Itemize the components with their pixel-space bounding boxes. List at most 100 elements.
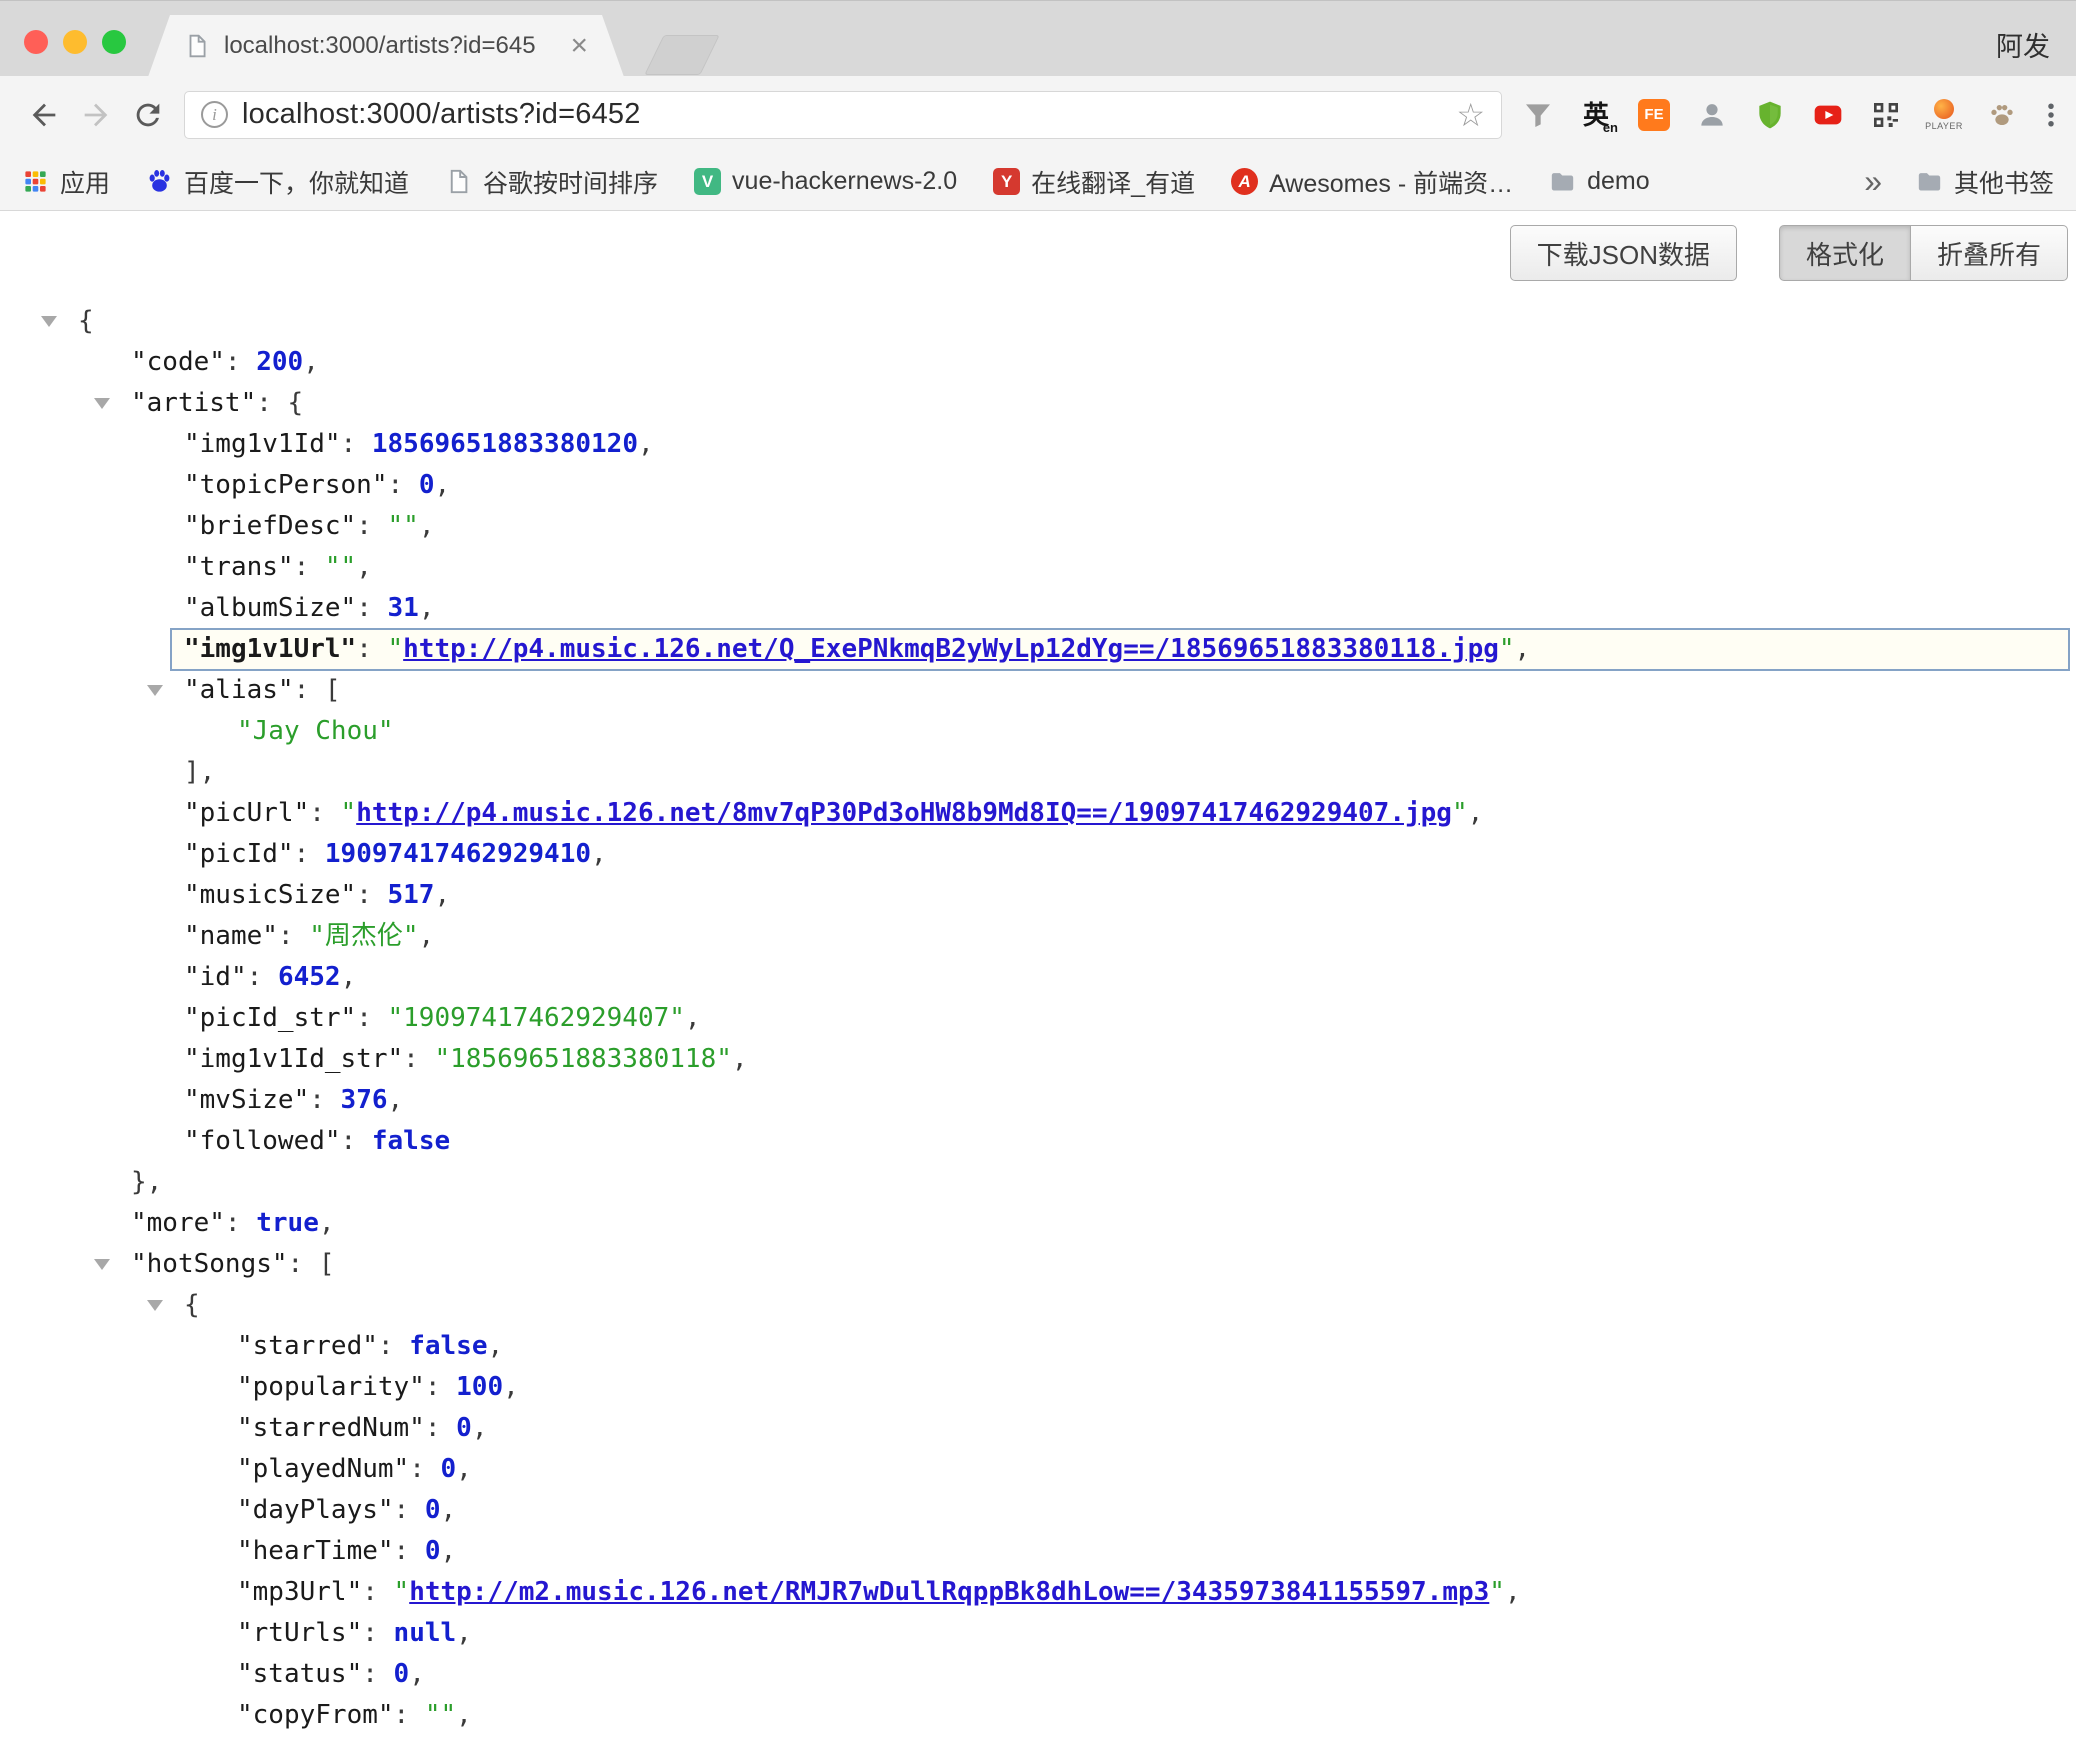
- collapse-all-button[interactable]: 折叠所有: [1911, 225, 2068, 281]
- player-extension-icon[interactable]: PLAYER: [1926, 97, 1962, 133]
- translate-sub: en: [1603, 120, 1618, 135]
- json-number: 376: [341, 1085, 388, 1115]
- youdao-icon: Y: [993, 168, 1020, 195]
- json-line: "playedNum": 0,: [0, 1449, 2076, 1490]
- json-punct: ,: [1505, 1577, 1521, 1607]
- bookmark-item[interactable]: demo: [1549, 167, 1650, 196]
- paw-extension-icon[interactable]: [1984, 97, 2020, 133]
- bookmark-item[interactable]: AAwesomes - 前端资…: [1231, 164, 1513, 200]
- json-key: "rtUrls": [237, 1618, 362, 1648]
- json-punct: :: [356, 634, 387, 664]
- json-punct: :: [394, 1495, 425, 1525]
- minimize-window-button[interactable]: [63, 30, 87, 54]
- url-text[interactable]: localhost:3000/artists?id=6452: [242, 98, 1442, 131]
- json-punct: :: [341, 429, 372, 459]
- json-key: "starred": [237, 1331, 378, 1361]
- json-punct: :: [294, 552, 325, 582]
- json-punct: {: [78, 306, 94, 336]
- new-tab-button[interactable]: [644, 35, 720, 75]
- tab-close-icon[interactable]: ×: [570, 31, 588, 61]
- browser-menu-icon[interactable]: [2036, 93, 2066, 137]
- bookmark-label: demo: [1587, 167, 1650, 196]
- shield-extension-icon[interactable]: [1752, 97, 1788, 133]
- bookmark-item[interactable]: 谷歌按时间排序: [445, 164, 658, 200]
- json-key: "code": [131, 347, 225, 377]
- forward-icon[interactable]: [70, 89, 122, 141]
- json-url-link[interactable]: http://p4.music.126.net/Q_ExePNkmqB2yWyL…: [403, 634, 1499, 664]
- json-line: "img1v1Id_str": "18569651883380118",: [0, 1039, 2076, 1080]
- json-number: 0: [425, 1495, 441, 1525]
- browser-tab[interactable]: localhost:3000/artists?id=645 ×: [148, 15, 624, 77]
- json-punct: ,: [685, 1003, 701, 1033]
- json-punct: ,: [591, 839, 607, 869]
- bookmark-item[interactable]: 百度一下，你就知道: [146, 164, 409, 200]
- json-string: "": [425, 1700, 456, 1730]
- json-line: "trans": "",: [0, 547, 2076, 588]
- close-window-button[interactable]: [24, 30, 48, 54]
- json-punct: ,: [441, 1495, 457, 1525]
- user-extension-icon[interactable]: [1694, 97, 1730, 133]
- json-punct: :: [356, 1003, 387, 1033]
- page-info-icon[interactable]: i: [201, 101, 228, 128]
- tab-strip: localhost:3000/artists?id=645 × 阿发: [0, 0, 2076, 76]
- json-string: "": [388, 511, 419, 541]
- json-key: "popularity": [237, 1372, 425, 1402]
- json-line: "starred": false,: [0, 1326, 2076, 1367]
- json-punct: :: [388, 470, 419, 500]
- collapse-arrow-icon[interactable]: [147, 685, 163, 696]
- youtube-extension-icon[interactable]: [1810, 97, 1846, 133]
- json-punct: ,: [434, 880, 450, 910]
- json-punct: ,: [356, 552, 372, 582]
- profile-name[interactable]: 阿发: [1996, 25, 2050, 64]
- collapse-arrow-icon[interactable]: [147, 1300, 163, 1311]
- bookmark-star-icon[interactable]: ☆: [1456, 99, 1485, 131]
- json-url-link[interactable]: http://p4.music.126.net/8mv7qP30Pd3oHW8b…: [356, 798, 1452, 828]
- funnel-extension-icon[interactable]: [1520, 97, 1556, 133]
- collapse-arrow-icon[interactable]: [41, 316, 57, 327]
- json-key: "img1v1Id_str": [184, 1044, 403, 1074]
- json-line-selected: "img1v1Url": "http://p4.music.126.net/Q_…: [0, 629, 2076, 670]
- json-punct: :: [247, 962, 278, 992]
- download-json-button[interactable]: 下载JSON数据: [1510, 225, 1737, 281]
- address-bar[interactable]: i localhost:3000/artists?id=6452 ☆: [184, 91, 1502, 139]
- json-punct: :: [362, 1618, 393, 1648]
- page-icon: [445, 168, 472, 195]
- qrcode-extension-icon[interactable]: [1868, 97, 1904, 133]
- bookmark-item[interactable]: Y在线翻译_有道: [993, 164, 1195, 200]
- bookmark-label: 谷歌按时间排序: [483, 164, 658, 200]
- json-key: "musicSize": [184, 880, 356, 910]
- json-line: {: [0, 1285, 2076, 1326]
- format-button[interactable]: 格式化: [1779, 225, 1911, 281]
- json-keyword: false: [409, 1331, 487, 1361]
- json-punct: ,: [638, 429, 654, 459]
- json-line: "topicPerson": 0,: [0, 465, 2076, 506]
- bookmark-item[interactable]: 应用: [22, 164, 110, 200]
- translate-extension-icon[interactable]: 英en: [1578, 97, 1614, 133]
- json-number: 0: [441, 1454, 457, 1484]
- json-url-link[interactable]: http://m2.music.126.net/RMJR7wDullRqppBk…: [409, 1577, 1489, 1607]
- other-bookmarks-folder[interactable]: 其他书签: [1916, 164, 2054, 200]
- json-number: 6452: [278, 962, 341, 992]
- json-punct: ,: [441, 1536, 457, 1566]
- fe-extension-icon[interactable]: FE: [1636, 97, 1672, 133]
- json-string: ": [394, 1577, 410, 1607]
- json-punct: ,: [732, 1044, 748, 1074]
- other-bookmarks-label: 其他书签: [1954, 164, 2054, 200]
- reload-icon[interactable]: [122, 89, 174, 141]
- collapse-arrow-icon[interactable]: [94, 1259, 110, 1270]
- json-punct: ,: [434, 470, 450, 500]
- player-label: PLAYER: [1925, 121, 1963, 131]
- json-line: "alias": [: [0, 670, 2076, 711]
- json-punct: ,: [409, 1659, 425, 1689]
- json-line: "briefDesc": "",: [0, 506, 2076, 547]
- json-punct: :: [309, 1085, 340, 1115]
- json-punct: :: [356, 880, 387, 910]
- bookmarks-overflow-icon[interactable]: »: [1864, 163, 1882, 200]
- bookmark-item[interactable]: Vvue-hackernews-2.0: [694, 167, 957, 196]
- json-punct: : [: [288, 1249, 335, 1279]
- back-icon[interactable]: [18, 89, 70, 141]
- json-number: 517: [388, 880, 435, 910]
- json-key: "name": [184, 921, 278, 951]
- collapse-arrow-icon[interactable]: [94, 398, 110, 409]
- zoom-window-button[interactable]: [102, 30, 126, 54]
